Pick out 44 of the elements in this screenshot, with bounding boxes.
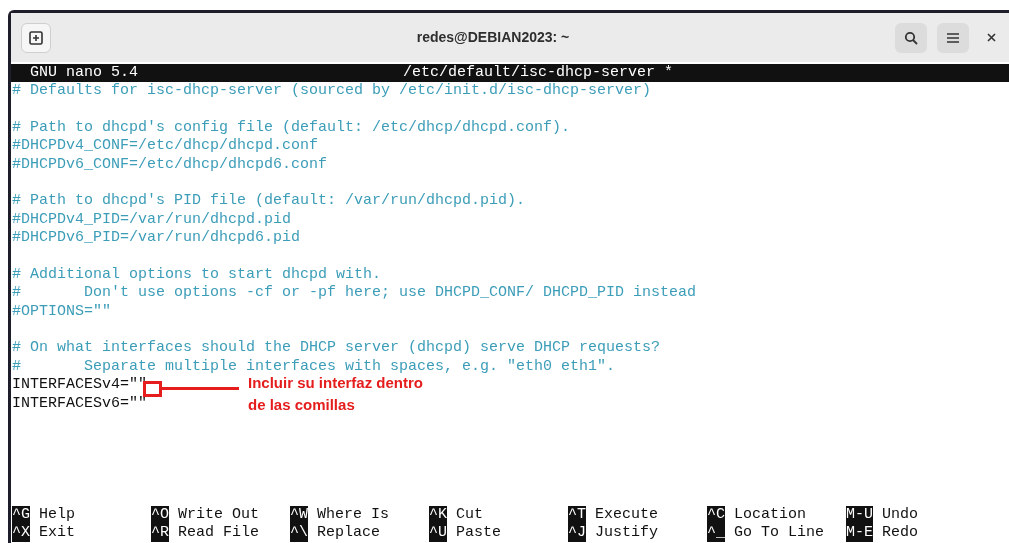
comment-line: #DHCPDv4_CONF=/etc/dhcp/dhcpd.conf bbox=[12, 137, 319, 156]
comment-line: #DHCPDv6_PID=/var/run/dhcpd6.pid bbox=[12, 229, 301, 248]
comment-line: # Path to dhcpd's PID file (default: /var/run/dhcpd.pid). bbox=[12, 192, 526, 211]
shortcut-label: Replace bbox=[317, 523, 381, 543]
comment-line: # Additional options to start dhcpd with. bbox=[12, 265, 382, 285]
shortcut-key: ^T bbox=[568, 505, 586, 525]
file-name: /etc/default/isc-dhcp-server * bbox=[403, 63, 674, 83]
shortcut-label: Justify bbox=[595, 523, 659, 543]
shortcut-key: ^W bbox=[290, 505, 308, 525]
comment-line: # Path to dhcpd's config file (default: /etc/dhcp/dhcpd.conf). bbox=[12, 118, 571, 138]
new-tab-button[interactable] bbox=[21, 22, 51, 53]
shortcut-label: Write Out bbox=[178, 505, 260, 525]
shortcut-label: Help bbox=[39, 505, 76, 525]
shortcut-key: M-U bbox=[846, 505, 873, 525]
shortcut-key: ^O bbox=[151, 505, 169, 525]
shortcut-label: Exit bbox=[39, 523, 76, 543]
shortcut-label: Redo bbox=[882, 523, 919, 543]
highlight-box bbox=[143, 381, 162, 397]
shortcut-label: Execute bbox=[595, 505, 659, 525]
menu-button[interactable] bbox=[937, 22, 969, 53]
code-line: INTERFACESv6="" bbox=[12, 394, 148, 414]
shortcut-key: ^K bbox=[429, 505, 447, 525]
nano-version: GNU nano 5.4 bbox=[30, 63, 140, 83]
comment-line: #OPTIONS="" bbox=[12, 302, 112, 322]
shortcut-label: Go To Line bbox=[734, 523, 825, 543]
shortcut-key: ^C bbox=[707, 505, 725, 525]
comment-line: # Don't use options -cf or -pf here; use DHCPD_CONF/ DHCPD_PID instead bbox=[12, 284, 697, 303]
comment-line: # Defaults for isc-dhcp-server (sourced by /etc/init.d/isc-dhcp-server) bbox=[12, 82, 652, 101]
close-icon bbox=[986, 33, 996, 42]
comment-line: #DHCPDv4_PID=/var/run/dhcpd.pid bbox=[12, 210, 292, 230]
shortcut-label: Read File bbox=[178, 523, 260, 543]
comment-line: # On what interfaces should the DHCP server (dhcpd) serve DHCP requests? bbox=[12, 339, 661, 358]
search-icon bbox=[904, 30, 918, 45]
shortcut-label: Paste bbox=[456, 523, 502, 543]
shortcut-label: Location bbox=[734, 505, 807, 525]
shortcut-label: Cut bbox=[456, 505, 484, 525]
shortcut-label: Undo bbox=[882, 505, 919, 525]
new-tab-icon bbox=[29, 30, 43, 45]
comment-line: #DHCPDv6_CONF=/etc/dhcp/dhcpd6.conf bbox=[12, 155, 328, 174]
window-title: redes@DEBIAN2023: ~ bbox=[415, 28, 571, 47]
search-button[interactable] bbox=[895, 22, 927, 53]
menu-icon bbox=[947, 32, 959, 43]
shortcut-label: Where Is bbox=[317, 505, 390, 525]
shortcut-key: ^G bbox=[12, 505, 30, 525]
